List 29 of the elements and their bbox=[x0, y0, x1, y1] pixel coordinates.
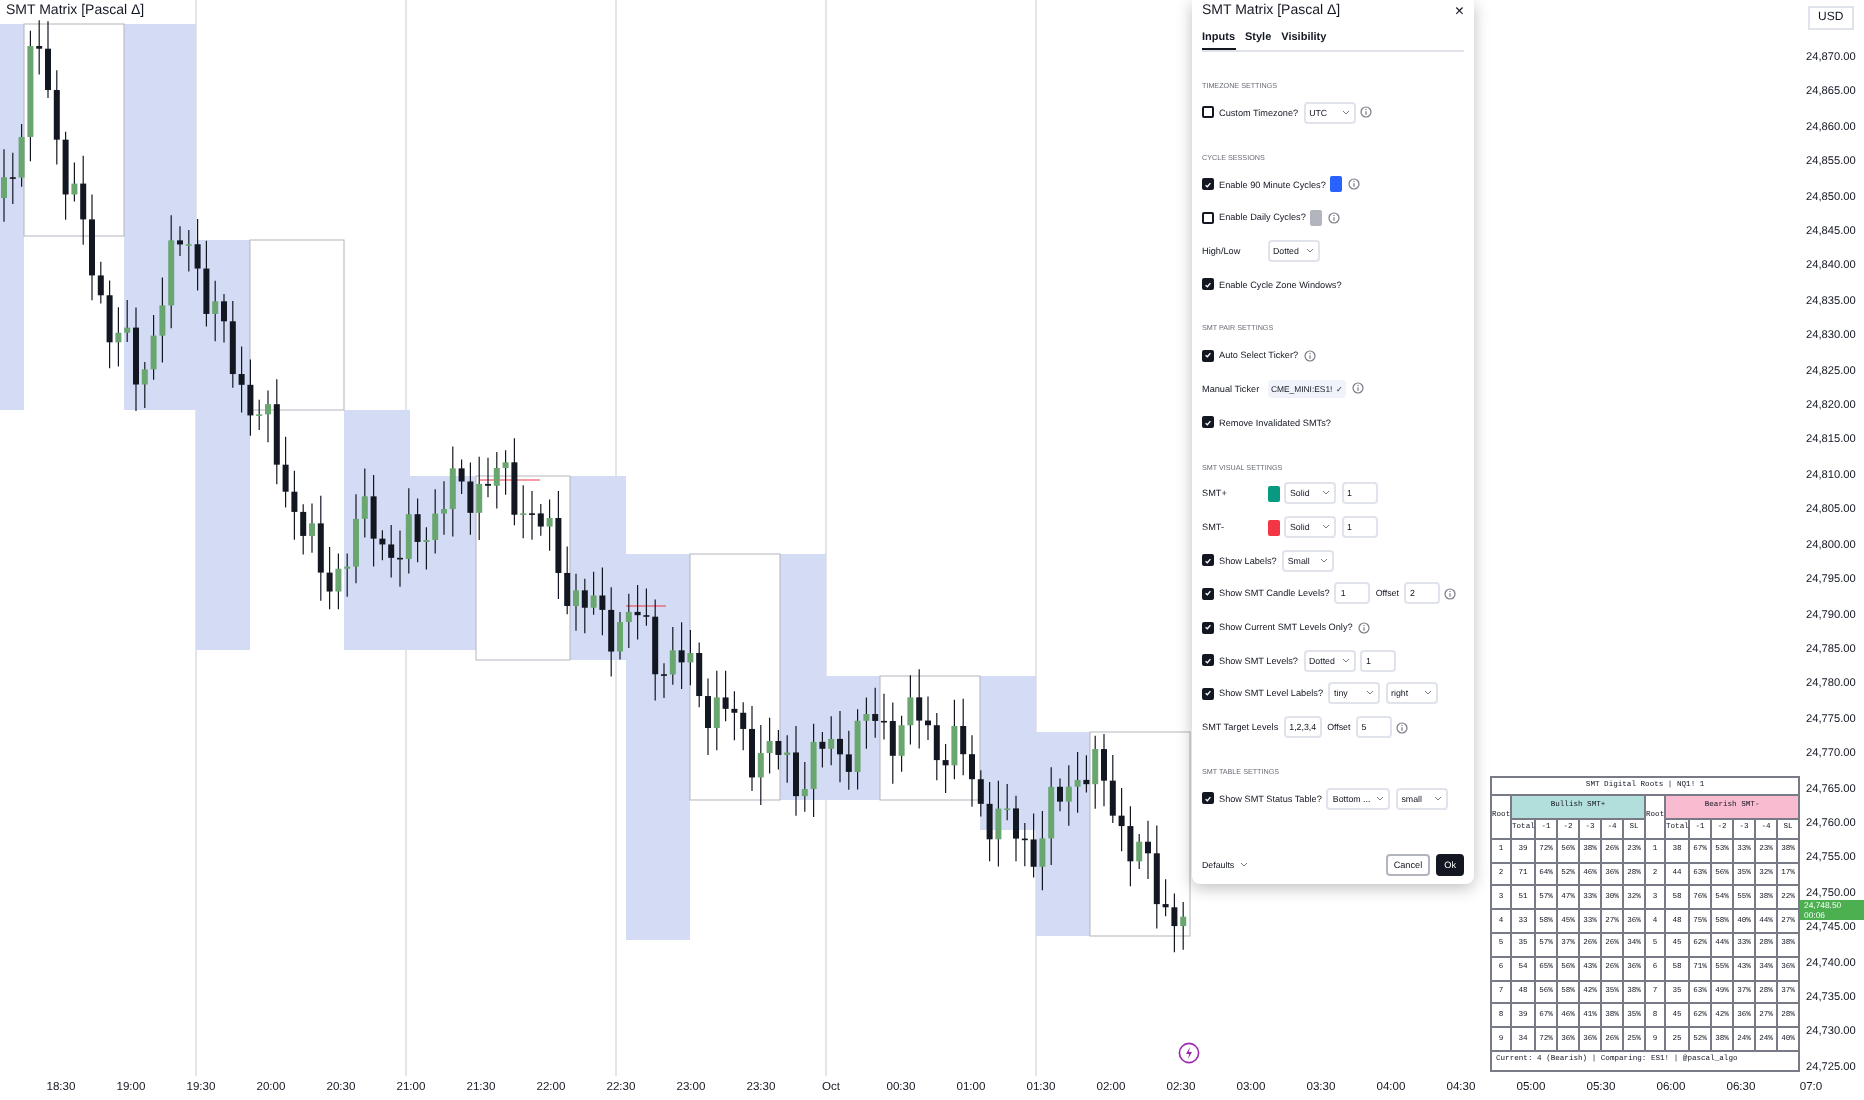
color-swatch[interactable] bbox=[1267, 485, 1279, 502]
info-icon[interactable] bbox=[1396, 721, 1409, 734]
checkbox[interactable] bbox=[1202, 278, 1214, 291]
checkbox[interactable] bbox=[1202, 621, 1214, 634]
checkbox[interactable] bbox=[1202, 416, 1214, 429]
color-swatch[interactable] bbox=[1267, 519, 1279, 536]
info-icon[interactable] bbox=[1444, 587, 1457, 600]
checkbox[interactable] bbox=[1202, 178, 1214, 191]
checkbox[interactable] bbox=[1202, 792, 1214, 805]
info-icon[interactable] bbox=[1347, 178, 1360, 191]
checkbox[interactable] bbox=[1202, 654, 1214, 667]
checkbox[interactable] bbox=[1202, 106, 1214, 119]
checkbox[interactable] bbox=[1202, 554, 1214, 567]
checkbox[interactable] bbox=[1202, 587, 1214, 600]
info-icon[interactable] bbox=[1327, 211, 1340, 224]
smt-level-line bbox=[625, 605, 667, 607]
close-button[interactable]: × bbox=[1454, 2, 1464, 20]
cycle-range-box bbox=[879, 675, 981, 801]
info-icon[interactable] bbox=[1303, 349, 1316, 362]
info-icon[interactable] bbox=[1360, 106, 1373, 119]
info-icon[interactable] bbox=[1357, 621, 1370, 634]
checkbox[interactable] bbox=[1202, 211, 1214, 224]
checkbox[interactable] bbox=[1202, 687, 1214, 700]
color-swatch[interactable] bbox=[1310, 209, 1323, 226]
color-swatch[interactable] bbox=[1330, 176, 1343, 193]
smt-level-line bbox=[479, 479, 541, 481]
info-icon[interactable] bbox=[1351, 382, 1364, 395]
lightning-icon[interactable] bbox=[1178, 1042, 1200, 1064]
checkbox[interactable] bbox=[1202, 349, 1214, 362]
